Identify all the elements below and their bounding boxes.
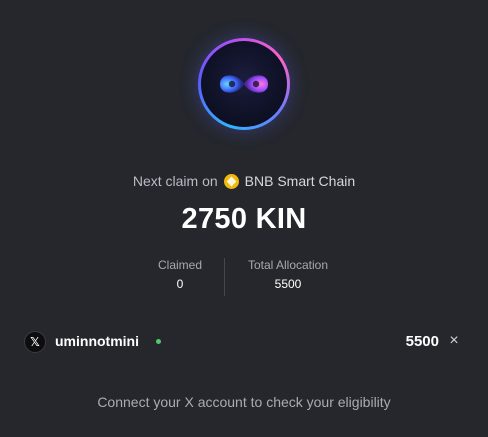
x-username: uminnotmini	[55, 333, 139, 349]
claim-amount: 2750 KIN	[181, 203, 307, 235]
claimed-label: Claimed	[157, 258, 202, 272]
x-account-row: 𝕏 uminnotmini 5500 ×	[24, 328, 464, 356]
x-logo-icon: 𝕏	[24, 331, 46, 353]
total-allocation-value: 5500	[274, 277, 302, 291]
allocation-stats: Claimed 0 Total Allocation 5500	[0, 258, 488, 296]
claimed-stat: Claimed 0	[150, 258, 210, 291]
account-allocation-amount: 5500	[405, 333, 439, 350]
chain-name: BNB Smart Chain	[244, 173, 356, 189]
kin-logo	[198, 38, 290, 130]
stats-divider	[224, 258, 225, 296]
bnb-chain-icon	[223, 173, 239, 189]
total-allocation-label: Total Allocation	[247, 258, 329, 272]
next-claim-line: Next claim on BNB Smart Chain	[0, 173, 488, 189]
status-dot-icon	[156, 339, 161, 344]
infinity-logo-icon	[201, 41, 287, 127]
next-claim-prefix: Next claim on	[132, 173, 218, 189]
total-allocation-stat: Total Allocation 5500	[240, 258, 336, 291]
claimed-value: 0	[176, 277, 184, 291]
connect-x-prompt[interactable]: Connect your X account to check your eli…	[0, 394, 488, 410]
close-icon[interactable]: ×	[446, 332, 462, 350]
claim-panel: Next claim on BNB Smart Chain 2750 KIN C…	[0, 0, 488, 437]
